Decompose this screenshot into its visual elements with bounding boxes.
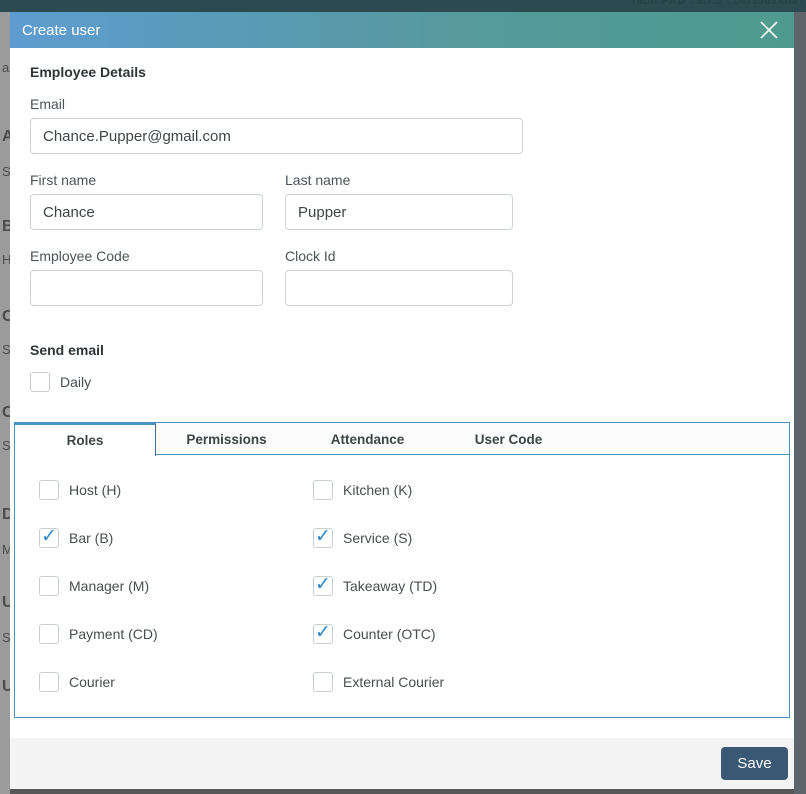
role-label: Courier <box>69 674 115 690</box>
employee-details-heading: Employee Details <box>30 64 146 80</box>
role-item: Kitchen (K) <box>313 480 789 500</box>
role-label: External Courier <box>343 674 445 690</box>
background-text-fragment: U <box>2 594 10 611</box>
role-checkbox-service-s[interactable]: ✓ <box>313 525 333 548</box>
background-text-fragment: M <box>2 542 10 557</box>
clock-id-label: Clock Id <box>285 248 336 264</box>
background-text-fragment: H <box>2 252 10 267</box>
role-item: ✓ Takeaway (TD) <box>313 573 789 596</box>
background-text-fragment: C <box>2 404 10 421</box>
checkmark-icon: ✓ <box>315 621 331 643</box>
employee-code-label: Employee Code <box>30 248 130 264</box>
role-item: ✓ Counter (OTC) <box>313 621 789 644</box>
role-label: Bar (B) <box>69 530 114 546</box>
role-item: Courier <box>39 672 313 692</box>
role-checkbox-external-courier[interactable] <box>313 672 333 692</box>
daily-checkbox[interactable] <box>30 372 50 392</box>
role-item: Payment (CD) <box>39 624 313 644</box>
tab-roles[interactable]: Roles <box>15 423 156 456</box>
role-checkbox-bar-b[interactable]: ✓ <box>39 525 59 548</box>
roles-checkbox-grid: Host (H) Kitchen (K) ✓ Bar (B) ✓ Service (S) M… <box>15 455 789 692</box>
role-checkbox-kitchen-k[interactable] <box>313 480 333 500</box>
role-label: Service (S) <box>343 530 413 546</box>
employee-details-section: Employee Details Email First name Last n… <box>10 48 794 392</box>
background-list-edge: a A S B H C S C S D M U S U <box>0 12 10 794</box>
role-checkbox-host-h[interactable] <box>39 480 59 500</box>
role-checkbox-counter-otc[interactable]: ✓ <box>313 621 333 644</box>
background-text-fragment: U <box>2 678 10 695</box>
background-text-fragment: S <box>2 630 10 645</box>
background-text-fragment: A <box>2 128 10 145</box>
employee-code-field[interactable] <box>30 270 263 306</box>
tab-bar: Roles Permissions Attendance User Code <box>15 423 789 456</box>
background-text-fragment: S <box>2 164 10 179</box>
modal-header: Create user <box>10 12 794 48</box>
checkmark-icon: ✓ <box>41 525 57 547</box>
daily-option-row: Daily <box>30 372 774 392</box>
role-label: Takeaway (TD) <box>343 578 438 594</box>
email-label: Email <box>30 96 66 112</box>
checkmark-icon: ✓ <box>315 573 331 595</box>
modal-footer: Save <box>10 738 794 789</box>
daily-label: Daily <box>60 374 92 390</box>
background-right-edge <box>794 12 806 794</box>
tab-permissions[interactable]: Permissions <box>156 423 297 455</box>
page-backdrop: Tabit PAD . 9.7.5 . 5ef13024d37 aASBHCSC… <box>0 0 806 794</box>
background-text-fragment: S <box>2 342 10 357</box>
last-name-label: Last name <box>285 172 351 188</box>
role-label: Kitchen (K) <box>343 482 413 498</box>
first-name-field[interactable] <box>30 194 263 230</box>
role-checkbox-manager-m[interactable] <box>39 576 59 596</box>
background-text-fragment: a <box>2 60 10 75</box>
background-text-fragment: C <box>2 308 10 325</box>
checkmark-icon: ✓ <box>315 525 331 547</box>
role-label: Payment (CD) <box>69 626 158 642</box>
role-label: Manager (M) <box>69 578 150 594</box>
email-field[interactable] <box>30 118 523 154</box>
background-topbar: Tabit PAD . 9.7.5 . 5ef13024d37 <box>0 0 806 12</box>
role-checkbox-payment-cd[interactable] <box>39 624 59 644</box>
last-name-field[interactable] <box>285 194 513 230</box>
role-item: ✓ Service (S) <box>313 525 789 548</box>
role-item: Manager (M) <box>39 576 313 596</box>
tab-bar-filler <box>579 423 789 454</box>
role-label: Counter (OTC) <box>343 626 436 642</box>
modal-title: Create user <box>22 21 101 39</box>
role-item: Host (H) <box>39 480 313 500</box>
close-icon[interactable] <box>756 17 782 43</box>
role-label: Host (H) <box>69 482 122 498</box>
role-checkbox-takeaway-td[interactable]: ✓ <box>313 573 333 596</box>
roles-panel: Roles Permissions Attendance User Code Host… <box>14 422 790 718</box>
background-text-fragment: D <box>2 506 10 523</box>
tab-user-code[interactable]: User Code <box>438 423 579 455</box>
background-text-fragment: B <box>2 218 10 235</box>
app-version-text: Tabit PAD . 9.7.5 . 5ef13024d37 <box>630 0 805 7</box>
first-name-label: First name <box>30 172 97 188</box>
send-email-heading: Send email <box>30 342 104 358</box>
background-text-fragment: S <box>2 438 10 453</box>
role-item: ✓ Bar (B) <box>39 525 313 548</box>
save-button[interactable]: Save <box>721 747 788 780</box>
tab-attendance[interactable]: Attendance <box>297 423 438 455</box>
role-item: External Courier <box>313 672 789 692</box>
role-checkbox-courier[interactable] <box>39 672 59 692</box>
create-user-modal: Create user Employee Details Email First… <box>10 12 794 789</box>
clock-id-field[interactable] <box>285 270 513 306</box>
